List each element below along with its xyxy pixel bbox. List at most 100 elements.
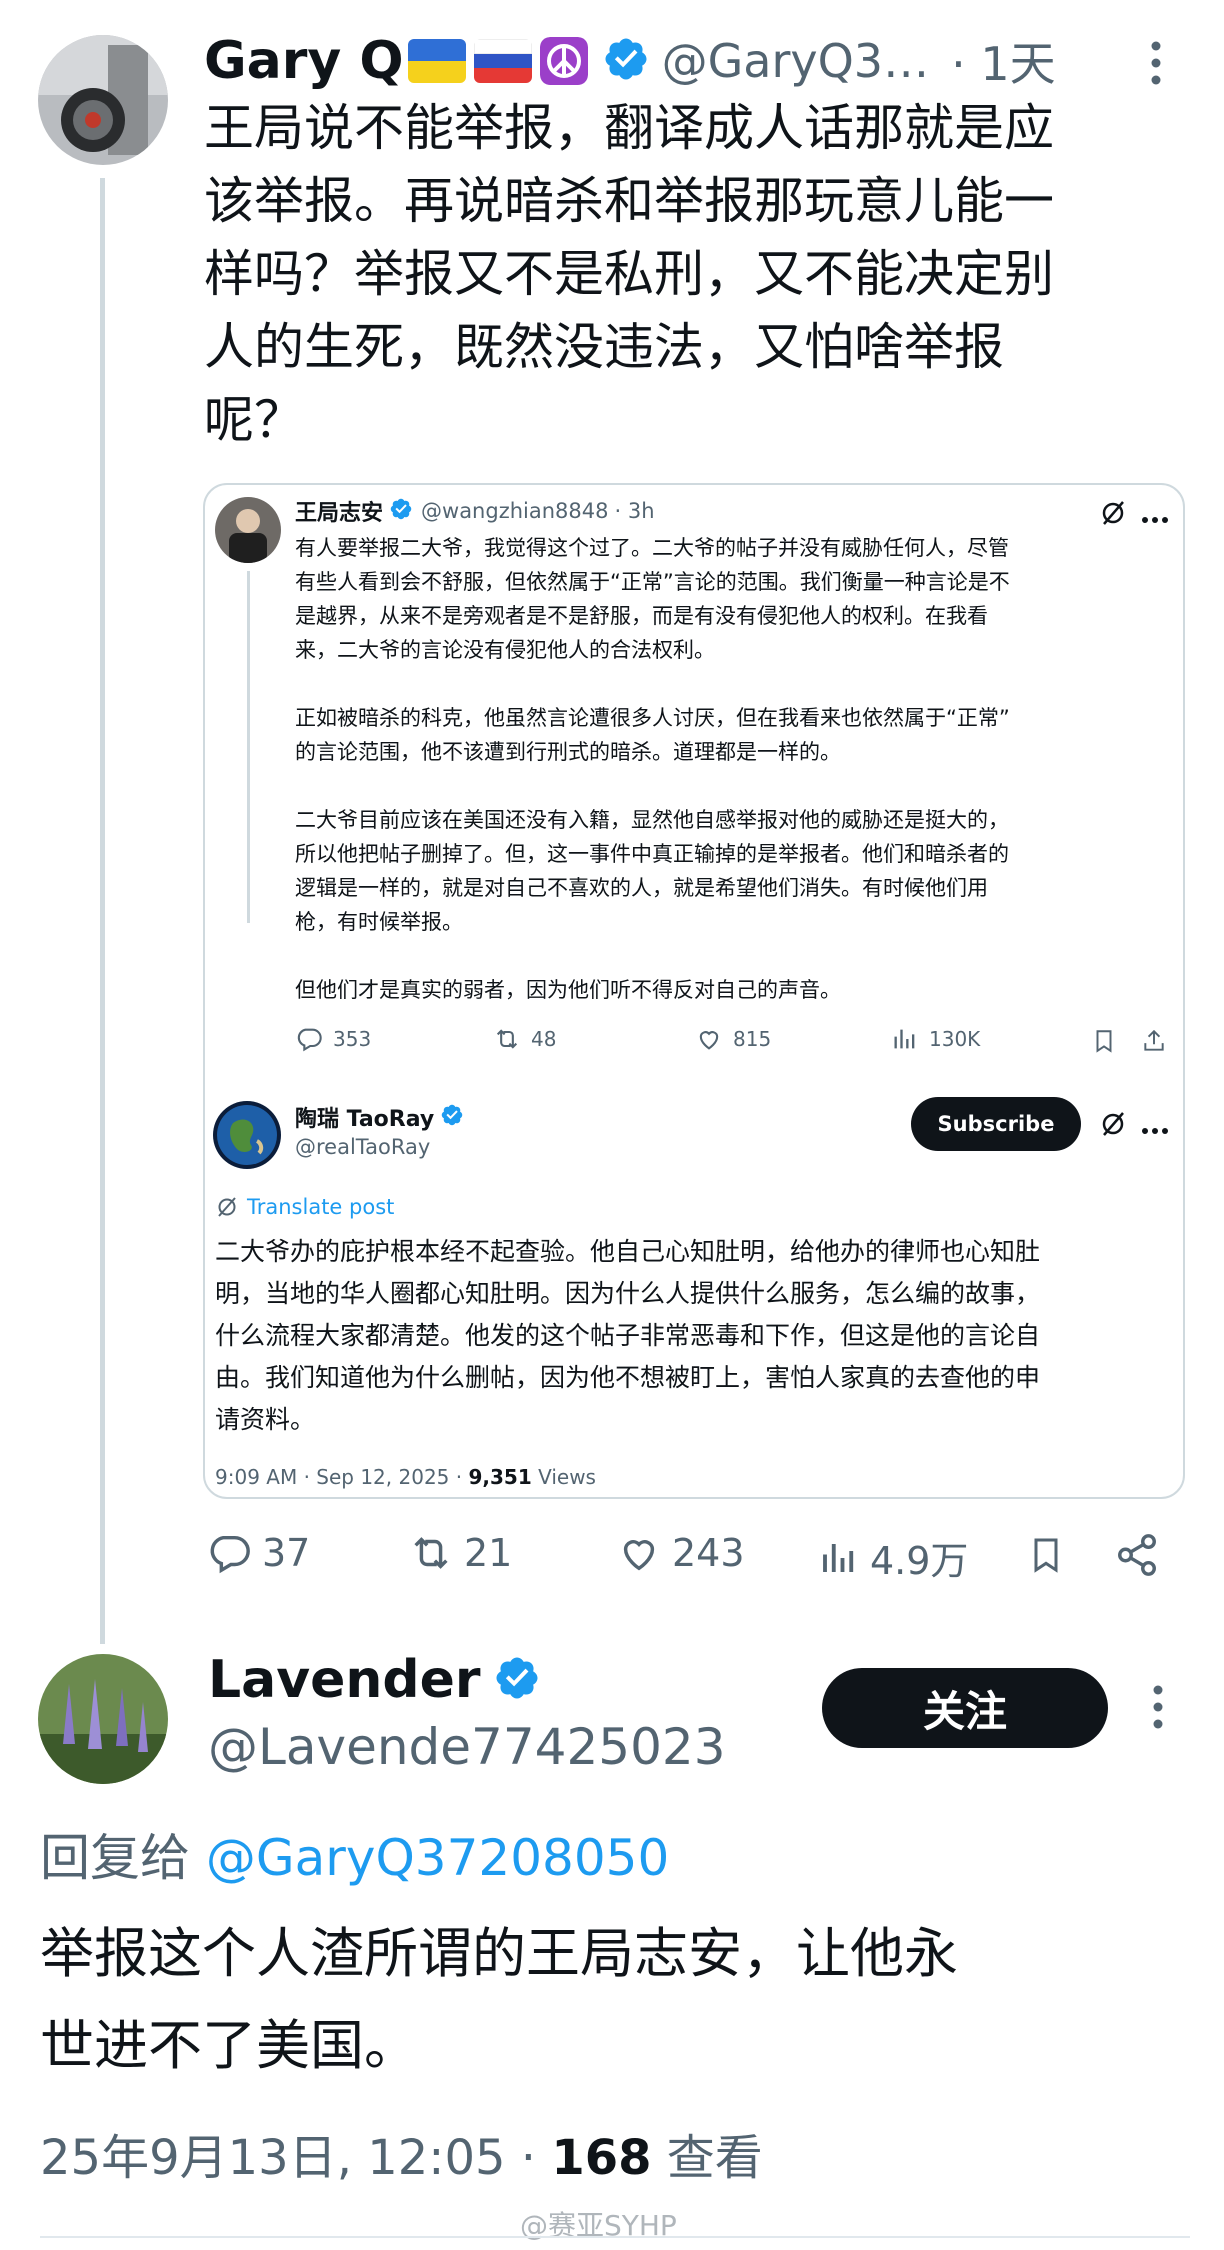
follow-button[interactable]: 关注 [822, 1668, 1108, 1748]
reply-count: 37 [262, 1531, 311, 1575]
translate-icon [218, 1197, 236, 1217]
author-handle[interactable]: @GaryQ3… [662, 34, 929, 88]
heart-icon [699, 1031, 719, 1050]
more-options-icon[interactable] [1148, 1684, 1168, 1734]
subscribe-button[interactable]: Subscribe [911, 1097, 1081, 1151]
views-count: 130K [929, 1027, 981, 1051]
text-line: 但他们才是真实的弱者，因为他们听不得反对自己的声音。 [295, 978, 841, 1002]
text-line: 来，二大爷的言论没有侵犯他人的合法权利。 [295, 638, 715, 662]
text-line: 所以他把帖子删掉了。但，这一事件中真正输掉的是举报者。他们和暗杀者的 [295, 842, 1009, 866]
meta-views-label: Views [531, 1465, 596, 1489]
like-button[interactable]: 243 [616, 1530, 745, 1576]
replying-to: 回复给 @GaryQ37208050 [40, 1818, 669, 1890]
quoted-author-name[interactable]: 王局志安 [295, 495, 383, 527]
avatar-garyq[interactable] [38, 35, 168, 165]
reply-author-name[interactable]: 陶瑞 TaoRay [295, 1101, 434, 1133]
tweet2-text: 举报这个人渣所谓的王局志安，让他永 世进不了美国。 [40, 1908, 1200, 2092]
quoted-views-button[interactable]: 130K [891, 1025, 980, 1053]
tweet2-meta: 25年9月13日, 12:05 · 168 查看 [40, 2118, 763, 2188]
quoted-handle[interactable]: @wangzhian8848 [421, 499, 608, 523]
views-count: 4.9万 [870, 1539, 969, 1583]
verified-badge-icon [389, 497, 413, 525]
text-line: 人的生死，既然没违法，又怕啥举报 [204, 318, 1004, 376]
peace-symbol-icon [539, 37, 588, 85]
text-line: 是越界，从来不是旁观者是不是舒服，而是有没有侵犯他人的权利。在我看 [295, 604, 988, 628]
text-line: 的言论范围，他不该遭到行刑式的暗杀。道理都是一样的。 [295, 740, 841, 764]
reply-count: 353 [333, 1027, 372, 1051]
text-line: 有些人看到会不舒服，但依然属于“正常”言论的范围。我们衡量一种言论是不 [295, 570, 1010, 594]
meta-time[interactable]: 9:09 AM · Sep 12, 2025 · [215, 1465, 468, 1489]
tweet1-header: Gary Q @GaryQ3… · 1天 [204, 26, 1056, 96]
quoted-time[interactable]: · 3h [615, 499, 655, 523]
views-button[interactable]: 4.9万 [818, 1530, 968, 1585]
views-icon [894, 1029, 915, 1049]
text-line: 王局说不能举报，翻译成人话那就是应 [204, 99, 1054, 157]
text-line: 由。我们知道他为什么删帖，因为他不想被盯上，害怕人家真的去查他的申 [215, 1363, 1041, 1392]
text-line: 明，当地的华人圈都心知肚明。因为什么人提供什么服务，怎么编的故事， [215, 1279, 1041, 1308]
text-line: 样吗？举报又不是私刑，又不能决定别 [204, 245, 1054, 303]
more-options-icon[interactable] [1141, 1120, 1169, 1139]
views-icon [823, 1543, 854, 1572]
retweet-count: 21 [464, 1531, 513, 1575]
text-line: 逻辑是一样的，就是对自己不喜欢的人，就是希望他们消失。有时候他们用 [295, 876, 988, 900]
like-count: 815 [733, 1027, 772, 1051]
text-line: 二大爷办的庇护根本经不起查验。他自己心知肚明，给他办的律师也心知肚 [215, 1237, 1041, 1266]
quoted-thread-line [247, 571, 250, 923]
text-line: 该举报。再说暗杀和举报那玩意儿能一 [204, 172, 1054, 230]
heart-icon [623, 1540, 655, 1571]
quoted-tweet-card[interactable]: 王局志安 @wangzhian8848 · 3h 有人要举报二大爷，我觉得这个过… [203, 483, 1185, 1499]
bookmark-icon[interactable] [1026, 1532, 1066, 1582]
tweet2-header: Lavender [208, 1650, 541, 1710]
like-count: 243 [672, 1531, 745, 1575]
verified-badge-icon [440, 1103, 464, 1131]
share-icon[interactable] [1114, 1532, 1160, 1582]
quoted-reply-button[interactable]: 353 [295, 1025, 371, 1053]
author-handle[interactable]: @Lavende77425023 [208, 1718, 726, 1776]
verified-badge-icon [602, 35, 650, 87]
text-line: 二大爷目前应该在美国还没有入籍，显然他自感举报对他的威胁还是挺大的， [295, 808, 1009, 832]
author-name[interactable]: Lavender [208, 1650, 481, 1710]
russia-flag-icon [473, 39, 532, 83]
text-line: 世进不了美国。 [40, 2014, 418, 2077]
more-options-icon[interactable] [1141, 509, 1169, 528]
reply-prefix: 回复给 [40, 1829, 190, 1887]
translate-label[interactable]: Translate post [247, 1195, 394, 1219]
quoted-body: 有人要举报二大爷，我觉得这个过了。二大爷的帖子并没有威胁任何人，尽管 有些人看到… [295, 531, 1175, 1007]
reply-handle[interactable]: @realTaoRay [295, 1135, 430, 1159]
avatar-lavender[interactable] [38, 1654, 168, 1784]
text-line: 呢？ [204, 391, 304, 449]
text-line: 举报这个人渣所谓的王局志安，让他永 [40, 1922, 958, 1985]
avatar-taoray[interactable] [213, 1101, 281, 1169]
bookmark-icon[interactable] [1091, 1027, 1117, 1059]
retweet-button[interactable]: 21 [408, 1530, 512, 1576]
verified-badge-icon [493, 1654, 541, 1706]
views-count: 168 [551, 2130, 652, 2186]
avatar-wangzhian[interactable] [215, 497, 281, 563]
quoted-like-button[interactable]: 815 [695, 1025, 771, 1053]
author-name[interactable]: Gary Q [204, 31, 404, 91]
quoted-header: 王局志安 @wangzhian8848 · 3h [295, 495, 655, 527]
tweet-date[interactable]: 25年9月13日, 12:05 · [40, 2130, 551, 2186]
meta-views: 9,351 [468, 1465, 532, 1489]
grok-icon[interactable] [1099, 1110, 1127, 1142]
reply-icon [210, 1535, 250, 1574]
share-icon[interactable] [1141, 1027, 1167, 1059]
ukraine-flag-icon [407, 39, 466, 83]
reply-to-link[interactable]: @GaryQ37208050 [206, 1829, 669, 1887]
reply-header: 陶瑞 TaoRay [295, 1101, 464, 1133]
grok-icon[interactable] [1099, 499, 1127, 531]
quoted-retweet-button[interactable]: 48 [493, 1025, 556, 1053]
text-line: 枪，有时候举报。 [295, 910, 463, 934]
tweet1-text: 王局说不能举报，翻译成人话那就是应 该举报。再说暗杀和举报那玩意儿能一 样吗？举… [204, 92, 1204, 457]
reply-icon [297, 1028, 322, 1052]
watermark: @赛亚SYHP [520, 2209, 677, 2242]
reply-body: 二大爷办的庇护根本经不起查验。他自己心知肚明，给他办的律师也心知肚 明，当地的华… [215, 1231, 1175, 1441]
bottom-divider [40, 2236, 1190, 2238]
more-options-icon[interactable] [1146, 38, 1166, 88]
retweet-icon [496, 1029, 518, 1049]
tweet-time[interactable]: · 1天 [951, 28, 1056, 94]
translate-post-link[interactable]: Translate post [215, 1195, 394, 1219]
reply-button[interactable]: 37 [206, 1530, 310, 1576]
retweet-count: 48 [531, 1027, 557, 1051]
text-line: 请资料。 [215, 1405, 316, 1434]
